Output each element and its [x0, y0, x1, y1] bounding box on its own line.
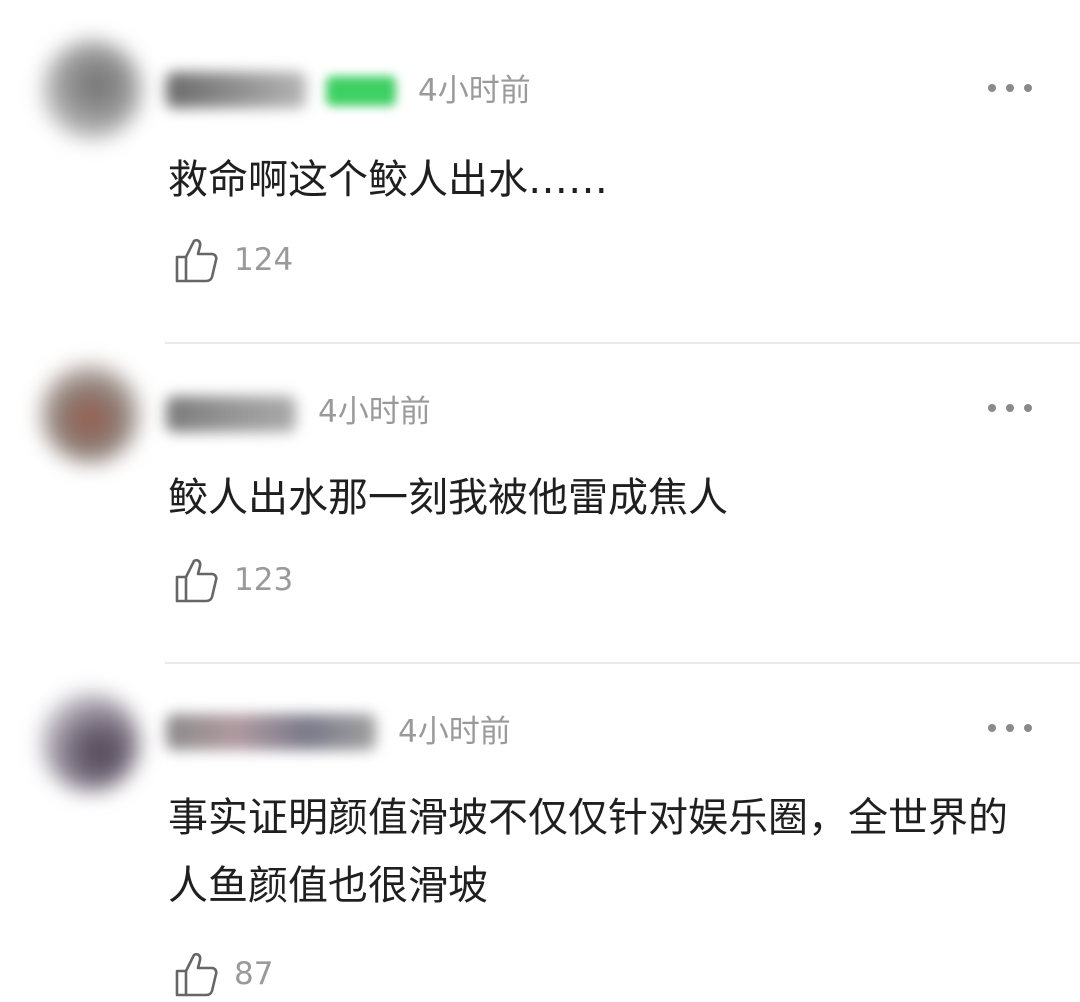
username[interactable]: [166, 72, 306, 108]
more-options-button[interactable]: [988, 82, 1032, 94]
more-dots-icon: [988, 84, 996, 92]
more-options-button[interactable]: [988, 722, 1032, 734]
more-dots-icon: [1024, 724, 1032, 732]
user-badge: [326, 76, 396, 106]
thumbs-up-icon: [175, 558, 218, 603]
like-count: 123: [234, 562, 294, 598]
username[interactable]: [166, 714, 376, 750]
comment-text: 事实证明颜值滑坡不仅仅针对娱乐圈，全世界的人鱼颜值也很滑坡: [168, 795, 1008, 909]
comment-time: 4小时前: [318, 394, 431, 430]
comment-text: 救命啊这个鲛人出水……: [168, 157, 608, 203]
like-count: 87: [234, 956, 274, 992]
more-dots-icon: [1006, 84, 1014, 92]
comment-time: 4小时前: [398, 714, 511, 750]
comment-time: 4小时前: [418, 73, 531, 109]
more-options-button[interactable]: [988, 402, 1032, 414]
avatar[interactable]: [40, 692, 140, 792]
comment-text: 鲛人出水那一刻我被他雷成焦人: [168, 475, 728, 521]
like-count: 124: [234, 242, 294, 278]
more-dots-icon: [1006, 724, 1014, 732]
avatar[interactable]: [40, 364, 140, 464]
comment-item: 4小时前 救命啊这个鲛人出水…… 124: [0, 0, 1080, 342]
more-dots-icon: [1024, 404, 1032, 412]
like-button[interactable]: 124: [174, 236, 293, 284]
avatar[interactable]: [42, 40, 142, 140]
thumbs-up-icon: [175, 952, 218, 997]
more-dots-icon: [1024, 84, 1032, 92]
comment-item: 4小时前 鲛人出水那一刻我被他雷成焦人 123: [0, 344, 1080, 662]
more-dots-icon: [988, 404, 996, 412]
thumbs-up-icon: [175, 238, 218, 283]
more-dots-icon: [1006, 404, 1014, 412]
more-dots-icon: [988, 724, 996, 732]
like-button[interactable]: 87: [174, 950, 273, 998]
like-button[interactable]: 123: [174, 556, 293, 604]
username[interactable]: [166, 396, 296, 432]
comment-item: 4小时前 事实证明颜值滑坡不仅仅针对娱乐圈，全世界的人鱼颜值也很滑坡 87: [0, 664, 1080, 1002]
